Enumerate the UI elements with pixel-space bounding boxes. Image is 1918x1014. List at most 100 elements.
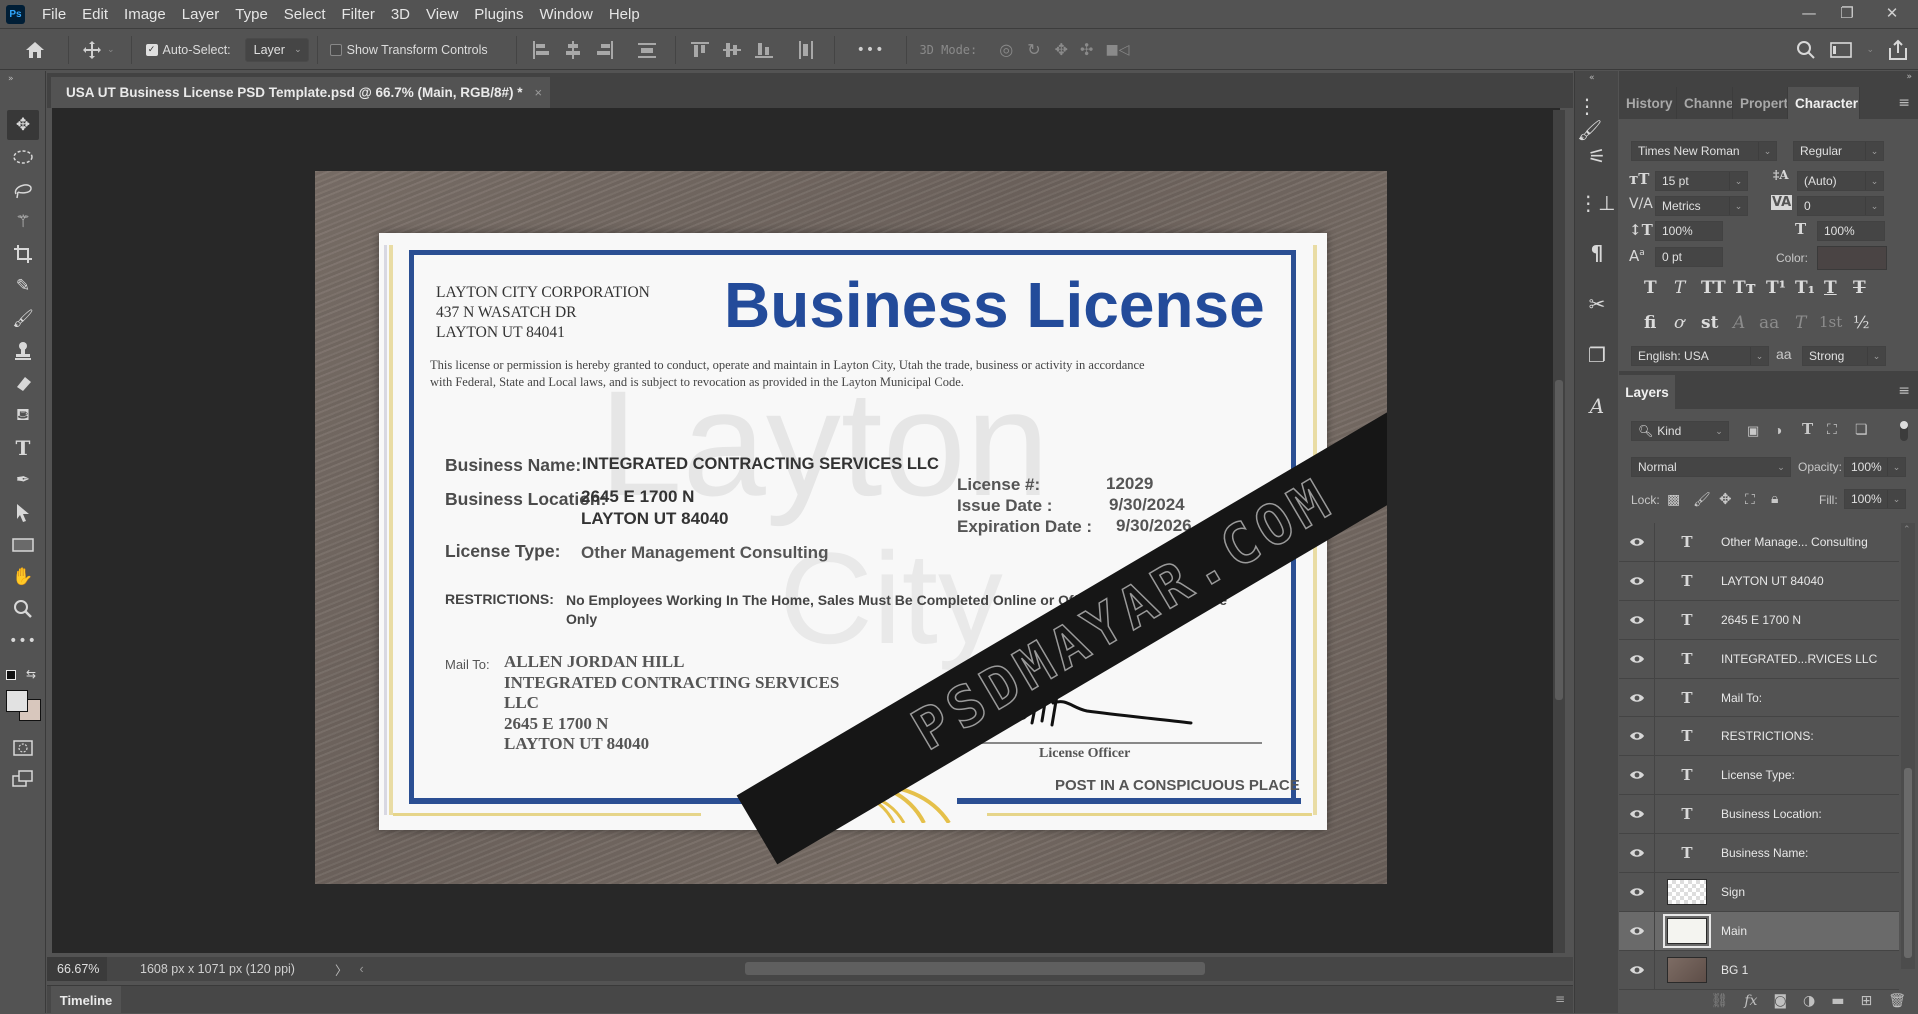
paint-bucket-tool[interactable]: ⛾ <box>7 401 39 431</box>
fractions-button[interactable]: ½ <box>1853 313 1869 333</box>
menu-type[interactable]: Type <box>227 6 276 23</box>
layer-visibility-eye-icon[interactable] <box>1619 523 1655 561</box>
menu-select[interactable]: Select <box>276 6 334 23</box>
layer-row[interactable]: T Other Manage... Consulting <box>1619 523 1899 562</box>
underline-button[interactable]: T <box>1824 278 1837 298</box>
expand-toolbar-icon[interactable]: » <box>8 74 14 84</box>
3d-slide-icon[interactable]: ✣ <box>1080 40 1093 59</box>
workspace-icon[interactable] <box>1830 41 1853 59</box>
old-style-button[interactable]: ơ <box>1674 313 1684 333</box>
layer-row[interactable]: T Business Location: <box>1619 795 1899 835</box>
scroll-up-icon[interactable]: ⌃ <box>1903 525 1911 535</box>
language-dropdown[interactable]: English: USA ⌄ <box>1631 346 1769 366</box>
clone-source-button[interactable]: ⋮⊥ <box>1577 185 1617 221</box>
brush-settings-button[interactable]: ⚟ <box>1577 139 1617 173</box>
layer-visibility-eye-icon[interactable] <box>1619 911 1655 950</box>
type-tool[interactable]: T <box>7 433 39 463</box>
magic-wand-tool[interactable]: ⚚ <box>7 207 39 237</box>
antialias-dropdown[interactable]: Strong ⌄ <box>1802 346 1886 366</box>
menu-image[interactable]: Image <box>116 6 174 23</box>
chevron-down-icon[interactable]: ⌄ <box>1866 45 1874 55</box>
delete-layer-icon[interactable]: 🗑︎ <box>1888 993 1906 1009</box>
scrollbar-thumb[interactable] <box>745 962 1205 975</box>
menu-view[interactable]: View <box>418 6 466 23</box>
crop-tool[interactable] <box>7 239 39 269</box>
auto-select-target-dropdown[interactable]: Layer ⌄ <box>244 37 309 62</box>
timeline-tab[interactable]: Timeline <box>51 986 121 1014</box>
blend-mode-dropdown[interactable]: Normal ⌄ <box>1631 457 1791 477</box>
filter-adjustment-layers-icon[interactable]: ◑ <box>1774 422 1782 438</box>
font-style-dropdown[interactable]: Regular ⌄ <box>1793 141 1884 161</box>
glyphs-button[interactable]: A <box>1577 388 1617 424</box>
menu-filter[interactable]: Filter <box>334 6 383 23</box>
panel-menu-icon[interactable]: ≡ <box>1898 95 1910 111</box>
restore-button[interactable]: ❐ <box>1828 0 1866 26</box>
align-top-edges-button[interactable] <box>690 40 710 60</box>
align-vertical-centers-button[interactable] <box>722 40 742 60</box>
layer-row[interactable]: T Business Name: <box>1619 834 1899 874</box>
close-window-button[interactable]: ✕ <box>1866 0 1918 26</box>
swash-button[interactable]: A <box>1733 313 1745 333</box>
font-size-field[interactable]: 15 pt ⌄ <box>1655 171 1748 191</box>
layer-visibility-eye-icon[interactable] <box>1619 834 1655 873</box>
distribute-vertical-button[interactable] <box>637 40 657 60</box>
layer-row[interactable]: T LAYTON UT 84040 <box>1619 561 1899 601</box>
discretionary-ligatures-button[interactable]: st <box>1701 313 1718 333</box>
screen-mode-button[interactable] <box>7 764 39 794</box>
scroll-left-arrow[interactable]: ‹ <box>359 962 363 976</box>
superscript-button[interactable]: T¹ <box>1766 278 1786 298</box>
kerning-dropdown[interactable]: Metrics ⌄ <box>1655 196 1748 216</box>
filter-toggle[interactable] <box>1900 421 1908 441</box>
lasso-tool[interactable] <box>7 175 39 205</box>
text-color-swatch[interactable] <box>1817 246 1887 270</box>
faux-italic-button[interactable]: T <box>1674 278 1685 298</box>
layer-visibility-eye-icon[interactable] <box>1619 873 1655 911</box>
canvas-horizontal-scrollbar[interactable] <box>700 962 1205 975</box>
faux-bold-button[interactable]: T <box>1644 278 1657 298</box>
layer-row[interactable]: Main <box>1619 911 1899 951</box>
tab-history[interactable]: History <box>1619 87 1677 119</box>
auto-select-checkbox[interactable]: ✓ Auto-Select: <box>145 43 231 57</box>
show-transform-controls-checkbox[interactable]: Show Transform Controls <box>329 43 488 57</box>
3d-pan-icon[interactable]: ✥ <box>1055 40 1068 59</box>
paragraph-button[interactable]: ¶ <box>1577 235 1617 271</box>
more-options-button[interactable]: ••• <box>857 42 885 58</box>
layer-visibility-eye-icon[interactable] <box>1619 756 1655 795</box>
strikethrough-button[interactable]: T <box>1853 278 1866 298</box>
close-document-icon[interactable]: × <box>535 85 543 100</box>
small-caps-button[interactable]: Tт <box>1733 278 1756 298</box>
marquee-tool[interactable] <box>7 142 39 172</box>
ligatures-button[interactable]: fi <box>1644 313 1656 333</box>
menu-edit[interactable]: Edit <box>74 6 116 23</box>
titling-alternates-button[interactable]: T <box>1795 313 1806 333</box>
layer-visibility-eye-icon[interactable] <box>1619 950 1655 989</box>
subscript-button[interactable]: T₁ <box>1795 278 1815 298</box>
rectangle-tool[interactable] <box>7 530 39 560</box>
align-right-edges-button[interactable] <box>595 40 615 60</box>
menu-3d[interactable]: 3D <box>383 6 418 23</box>
align-horizontal-centers-button[interactable] <box>563 40 583 60</box>
menu-plugins[interactable]: Plugins <box>466 6 531 23</box>
scrollbar-thumb[interactable] <box>1904 768 1912 958</box>
filter-type-layers-icon[interactable]: T <box>1802 420 1813 438</box>
eraser-tool[interactable] <box>7 368 39 398</box>
lock-transparent-pixels-icon[interactable]: ▩ <box>1667 491 1680 508</box>
tab-layers[interactable]: Layers <box>1619 375 1675 409</box>
tab-properties[interactable]: Propert <box>1733 87 1788 119</box>
menu-help[interactable]: Help <box>601 6 648 23</box>
layer-row[interactable]: T INTEGRATED...RVICES LLC <box>1619 639 1899 679</box>
lock-all-icon[interactable]: 🔒︎ <box>1771 490 1778 507</box>
layer-row[interactable]: T 2645 E 1700 N <box>1619 600 1899 640</box>
tab-channels[interactable]: Channel <box>1677 87 1733 119</box>
default-colors-icon[interactable] <box>6 670 16 680</box>
layer-visibility-eye-icon[interactable] <box>1619 600 1655 639</box>
expand-panels-icon[interactable]: » <box>1906 72 1912 82</box>
layer-visibility-eye-icon[interactable] <box>1619 717 1655 756</box>
font-family-dropdown[interactable]: Times New Roman ⌄ <box>1631 141 1777 161</box>
edit-toolbar-button[interactable]: ••• <box>7 626 39 656</box>
brush-presets-button[interactable]: ⋮🖌 <box>1577 94 1617 142</box>
canvas-area[interactable]: Layton City LAYTON CITY CORPORATION 437 … <box>52 108 1565 953</box>
tracking-field[interactable]: 0 ⌄ <box>1797 196 1884 216</box>
vertical-scale-field[interactable]: 100% <box>1655 221 1723 241</box>
tool-presets-button[interactable]: ✂ <box>1577 286 1617 322</box>
